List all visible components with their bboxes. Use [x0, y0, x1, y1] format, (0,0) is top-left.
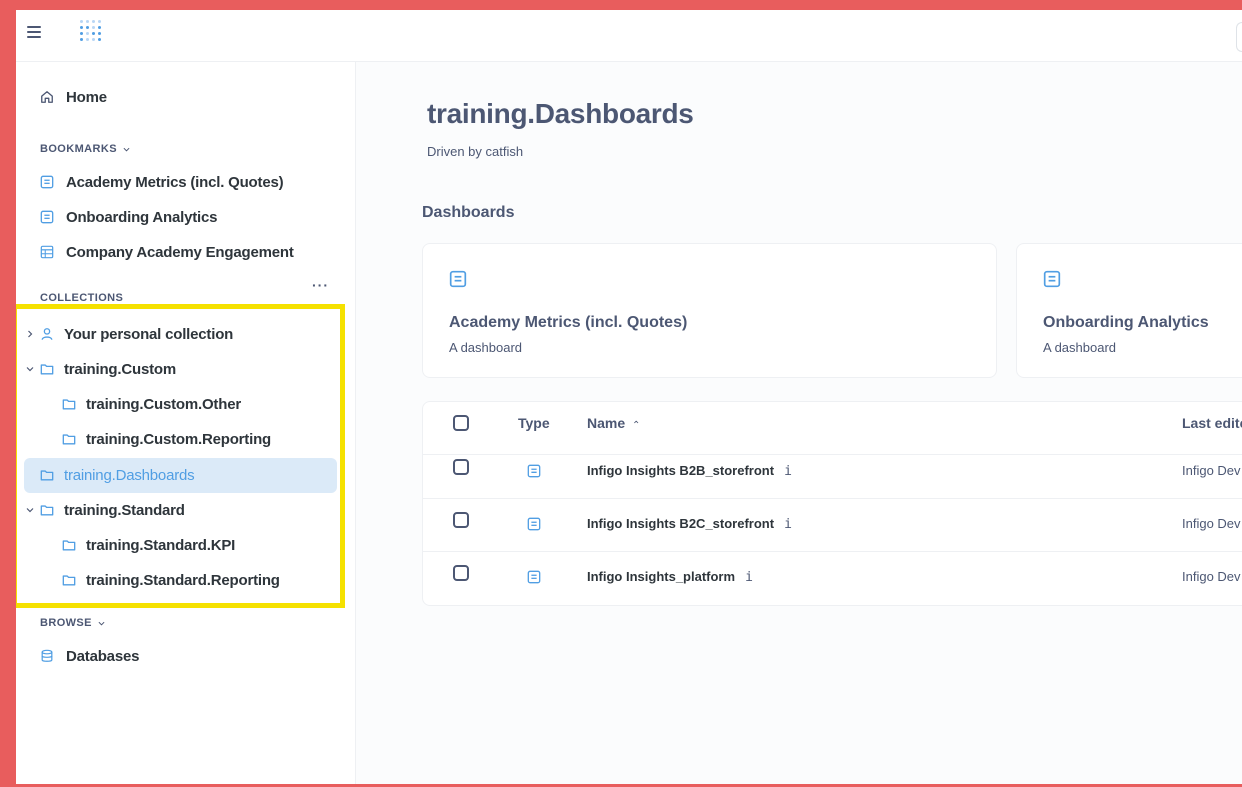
sidebar-item-bookmark[interactable]: Academy Metrics (incl. Quotes) [40, 165, 284, 199]
items-table: Type Name ⌃ Last edite Infigo Insights B… [422, 401, 1242, 606]
folder-icon [40, 505, 54, 516]
folder-icon [62, 434, 76, 445]
collection-item-training-custom[interactable]: training.Custom [26, 352, 176, 386]
dashboard-icon [449, 270, 467, 288]
collection-label: training.Standard.Reporting [86, 571, 280, 589]
search-bar-edge[interactable] [1236, 22, 1242, 52]
chevron-down-icon[interactable] [26, 506, 34, 514]
info-icon[interactable]: i [745, 570, 753, 585]
sort-ascending-icon: ⌃ [632, 420, 641, 431]
folder-icon [62, 575, 76, 586]
folder-icon [40, 470, 54, 481]
sidebar-item-label: Company Academy Engagement [66, 243, 294, 261]
sidebar-item-home[interactable]: Home [40, 80, 107, 114]
dashboard-icon [527, 517, 541, 531]
row-checkbox[interactable] [453, 459, 469, 475]
row-last-edited-by: Infigo Dev [1182, 463, 1241, 478]
chevron-down-icon [98, 621, 105, 626]
card-title: Academy Metrics (incl. Quotes) [449, 314, 688, 331]
sidebar-item-label: Academy Metrics (incl. Quotes) [66, 173, 284, 191]
collection-item-training-dashboards[interactable]: training.Dashboards [40, 458, 195, 492]
table-icon [40, 245, 54, 259]
browse-section-header[interactable]: BROWSE [40, 617, 105, 629]
row-name-label: Infigo Insights_platform [587, 569, 736, 584]
collection-label: training.Custom.Reporting [86, 430, 271, 448]
select-all-checkbox[interactable] [453, 415, 469, 431]
collections-more-icon[interactable]: ··· [312, 277, 329, 293]
column-header-name-label: Name [587, 415, 626, 431]
dashboard-icon [40, 210, 54, 224]
sidebar-item-bookmark[interactable]: Onboarding Analytics [40, 200, 217, 234]
info-icon[interactable]: i [784, 464, 792, 479]
row-name-label: Infigo Insights B2C_storefront [587, 516, 775, 531]
hamburger-menu-icon[interactable] [27, 26, 41, 40]
row-last-edited-by: Infigo Dev [1182, 516, 1241, 531]
column-header-last-edited[interactable]: Last edite [1182, 415, 1242, 431]
row-name-label: Infigo Insights B2B_storefront [587, 463, 775, 478]
page-subtitle: Driven by catfish [427, 144, 524, 159]
table-row[interactable]: Infigo Insights_platform i Infigo Dev [423, 552, 1242, 605]
person-icon [41, 328, 53, 340]
collection-label: training.Custom [64, 360, 176, 378]
bookmarks-section-header[interactable]: BOOKMARKS [40, 143, 130, 155]
sidebar-item-bookmark[interactable]: Company Academy Engagement [40, 235, 294, 269]
sidebar: Home BOOKMARKS Academy Metrics (incl. Qu… [16, 62, 356, 784]
card-subtitle: A dashboard [1043, 340, 1117, 355]
app-window: Home BOOKMARKS Academy Metrics (incl. Qu… [16, 10, 1242, 784]
column-header-name[interactable]: Name ⌃ [587, 415, 640, 431]
row-checkbox[interactable] [453, 565, 469, 581]
dashboards-heading: Dashboards [422, 204, 515, 221]
dashboard-icon [527, 464, 541, 478]
collections-section-header: COLLECTIONS [40, 292, 123, 304]
top-navbar [16, 10, 1242, 62]
row-name[interactable]: Infigo Insights B2C_storefront i [587, 516, 792, 532]
table-row[interactable]: Infigo Insights B2C_storefront i Infigo D… [423, 499, 1242, 552]
info-icon[interactable]: i [784, 517, 792, 532]
sidebar-item-label: Onboarding Analytics [66, 208, 218, 226]
page-title: training.Dashboards [427, 98, 694, 129]
collection-item-training-standard-kpi[interactable]: training.Standard.KPI [62, 528, 235, 562]
row-name[interactable]: Infigo Insights B2B_storefront i [587, 463, 792, 479]
sidebar-item-label: Databases [66, 647, 140, 665]
collection-label: training.Standard.KPI [86, 536, 236, 554]
folder-icon [62, 399, 76, 410]
dashboard-icon [40, 175, 54, 189]
row-last-edited-by: Infigo Dev [1182, 569, 1241, 584]
card-title: Onboarding Analytics [1043, 314, 1209, 331]
home-icon [41, 91, 53, 103]
folder-icon [62, 540, 76, 551]
dashboard-icon [527, 570, 541, 584]
main-content: training.Dashboards Driven by catfish Da… [356, 62, 1242, 784]
sidebar-item-label: Home [66, 88, 107, 106]
chevron-down-icon[interactable] [26, 365, 34, 373]
chevron-right-icon[interactable] [26, 330, 34, 338]
folder-icon [40, 364, 54, 375]
browse-label: BROWSE [40, 617, 92, 629]
collection-item-training-standard-reporting[interactable]: training.Standard.Reporting [62, 563, 280, 597]
collection-label: training.Standard [64, 501, 185, 519]
table-row[interactable]: Infigo Insights B2B_storefront i Infigo D… [423, 446, 1242, 499]
dashboard-card[interactable]: Academy Metrics (incl. Quotes) A dashboa… [422, 243, 997, 378]
dashboard-card[interactable]: Onboarding Analytics A dashboard [1016, 243, 1242, 378]
collection-label: training.Dashboards [64, 466, 195, 484]
card-subtitle: A dashboard [449, 340, 523, 355]
database-icon [41, 649, 53, 662]
sidebar-item-databases[interactable]: Databases [40, 639, 139, 673]
collection-item-training-standard[interactable]: training.Standard [26, 493, 185, 527]
column-header-type[interactable]: Type [518, 415, 550, 431]
collection-label: training.Custom.Other [86, 395, 241, 413]
bookmarks-label: BOOKMARKS [40, 143, 117, 155]
row-checkbox[interactable] [453, 512, 469, 528]
collection-item-personal[interactable]: Your personal collection [26, 317, 233, 351]
chevron-down-icon [123, 147, 130, 152]
dashboard-icon [1043, 270, 1061, 288]
collection-item-training-custom-other[interactable]: training.Custom.Other [62, 387, 241, 421]
metabase-logo[interactable] [76, 16, 102, 46]
collection-item-training-custom-reporting[interactable]: training.Custom.Reporting [62, 422, 271, 456]
collections-label: COLLECTIONS [40, 292, 124, 304]
collection-label: Your personal collection [64, 325, 234, 343]
row-name[interactable]: Infigo Insights_platform i [587, 569, 753, 585]
